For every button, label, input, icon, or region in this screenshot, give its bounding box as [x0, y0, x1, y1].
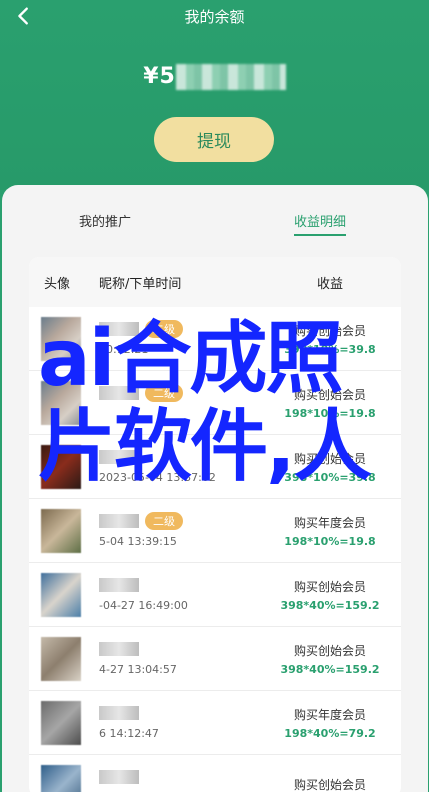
- order-time: 4-27 13:04:57: [99, 662, 177, 676]
- income-description: 购买创始会员: [293, 323, 366, 338]
- income-calc: 398*40%=159.2: [280, 662, 380, 676]
- withdraw-button[interactable]: 提现: [154, 117, 274, 162]
- column-header-name-time: 昵称/下单时间: [99, 276, 182, 292]
- income-calc: 398*10%=39.8: [284, 470, 376, 484]
- nickname-blur: [99, 449, 139, 464]
- order-time: 5-04 13:39:15: [99, 534, 177, 548]
- table-row[interactable]: 二级 购买创始会员 198*10%=19.8: [29, 371, 401, 435]
- nickname-blur: [99, 513, 139, 528]
- nickname-blur: [99, 321, 139, 336]
- income-description: 购买创始会员: [293, 778, 366, 792]
- tab-earnings-detail[interactable]: 收益明细: [294, 211, 347, 236]
- income-description: 购买创始会员: [293, 387, 366, 402]
- avatar: [41, 636, 81, 681]
- balance-visible-digit: 5: [159, 64, 176, 89]
- table-row[interactable]: 购买创始会员: [29, 755, 401, 792]
- level-badge: 二级: [145, 383, 183, 402]
- table-row[interactable]: -04-27 16:49:00 购买创始会员 398*40%=159.2: [29, 563, 401, 627]
- avatar: [41, 380, 81, 425]
- income-calc: 198*40%=79.2: [284, 726, 376, 740]
- income-calc: 198*10%=19.8: [284, 534, 376, 548]
- column-header-avatar: 头像: [44, 276, 71, 292]
- earnings-table: 头像 昵称/下单时间 收益 二级 10:12:21 购买创始会员 398*10%…: [29, 257, 401, 792]
- nickname-blur: [99, 385, 139, 400]
- table-row[interactable]: 二级 5-04 13:39:15 购买年度会员 198*10%=19.8: [29, 499, 401, 563]
- level-badge: 二级: [145, 511, 183, 530]
- table-row[interactable]: 二级 10:12:21 购买创始会员 398*10%=39.8: [29, 307, 401, 371]
- tab-my-promotion[interactable]: 我的推广: [79, 211, 131, 230]
- income-description: 购买创始会员: [293, 579, 366, 594]
- income-description: 购买创始会员: [293, 451, 366, 466]
- nickname-blur: [99, 577, 139, 592]
- order-time: [99, 404, 259, 424]
- tab-bar: 我的推广 收益明细: [2, 211, 428, 241]
- income-description: 购买年度会员: [293, 515, 366, 530]
- income-calc: 198*10%=19.8: [284, 406, 376, 420]
- table-row[interactable]: 4-27 13:04:57 购买创始会员 398*40%=159.2: [29, 627, 401, 691]
- avatar: [41, 316, 81, 361]
- income-calc: 398*40%=159.2: [280, 598, 380, 612]
- balance-amount: ¥5: [0, 64, 429, 90]
- table-row[interactable]: 6 14:12:47 购买年度会员 198*40%=79.2: [29, 691, 401, 755]
- order-time: 10:12:21: [99, 342, 149, 356]
- header: 我的余额 ¥5 提现: [0, 0, 429, 190]
- avatar: [41, 572, 81, 617]
- order-time: 2023-05-04 13:37:02: [99, 470, 216, 484]
- earnings-panel: 我的推广 收益明细 头像 昵称/下单时间 收益 二级 10:12:21 购买创始…: [2, 185, 428, 792]
- avatar: [41, 700, 81, 745]
- income-calc: 398*10%=39.8: [284, 342, 376, 356]
- currency-symbol: ¥: [143, 64, 160, 89]
- level-badge: 二级: [145, 319, 183, 338]
- nickname-blur: [99, 641, 139, 656]
- avatar: [41, 444, 81, 489]
- column-header-income: 收益: [316, 276, 343, 292]
- order-time: [99, 788, 259, 792]
- income-description: 购买年度会员: [293, 707, 366, 722]
- table-row[interactable]: 2023-05-04 13:37:02 购买创始会员 398*10%=39.8: [29, 435, 401, 499]
- nickname-blur: [99, 705, 139, 720]
- avatar: [41, 764, 81, 792]
- order-time: 6 14:12:47: [99, 726, 159, 740]
- order-time: -04-27 16:49:00: [99, 598, 188, 612]
- nickname-blur: [99, 769, 139, 784]
- balance-blur: [175, 64, 286, 90]
- table-header: 头像 昵称/下单时间 收益: [29, 257, 401, 307]
- income-description: 购买创始会员: [293, 643, 366, 658]
- avatar: [41, 508, 81, 553]
- page-title: 我的余额: [184, 8, 245, 26]
